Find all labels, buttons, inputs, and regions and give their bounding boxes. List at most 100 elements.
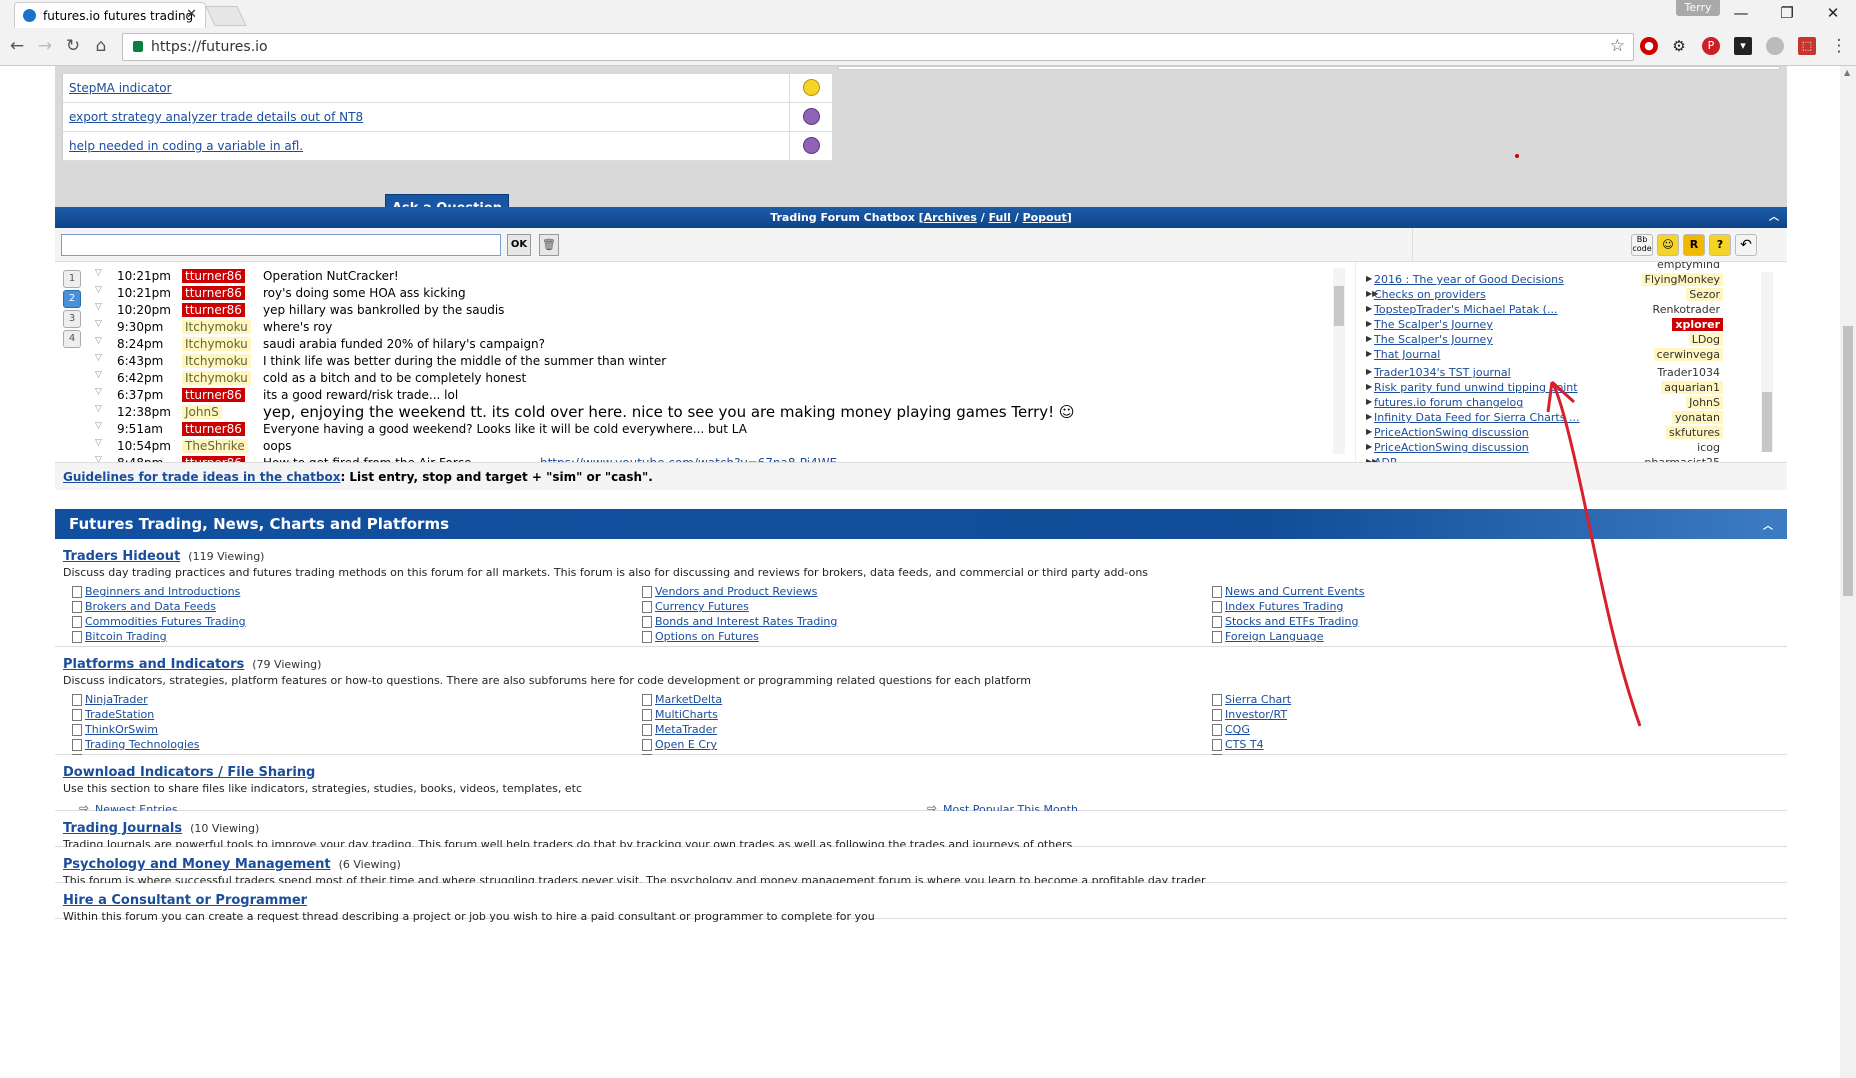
subforum-link[interactable]: MultiCharts <box>642 708 718 721</box>
thread-user[interactable]: yonatan <box>1672 411 1723 424</box>
thread-link[interactable]: Risk parity fund unwind tipping point <box>1374 381 1578 394</box>
vote-arrow-icon[interactable]: ▽ <box>95 285 102 295</box>
subforum-link[interactable]: Brokers and Data Feeds <box>72 600 216 613</box>
message-user[interactable]: tturner86 <box>182 286 245 300</box>
chat-message-input[interactable] <box>61 234 501 256</box>
collapse-chevron-icon[interactable]: ︿ <box>1769 207 1779 228</box>
thread-link[interactable]: PriceActionSwing discussion <box>1374 441 1529 454</box>
new-tab-button[interactable] <box>205 6 247 26</box>
extension-icon[interactable] <box>1766 37 1784 55</box>
browser-tab[interactable]: futures.io futures trading ✕ <box>14 2 206 28</box>
smiley-icon[interactable]: ☺ <box>1657 234 1679 256</box>
vote-arrow-icon[interactable]: ▽ <box>95 387 102 397</box>
thread-link[interactable]: Checks on providers <box>1374 288 1486 301</box>
chat-page-4[interactable]: 4 <box>63 330 81 348</box>
subforum-link[interactable]: News and Current Events <box>1211 585 1364 598</box>
scroll-up-icon[interactable]: ▲ <box>1844 68 1850 77</box>
pocket-icon[interactable]: ▾ <box>1734 37 1752 55</box>
window-close-icon[interactable]: ✕ <box>1810 2 1856 24</box>
close-tab-icon[interactable]: ✕ <box>186 7 197 22</box>
thread-user[interactable]: cerwinvega <box>1653 348 1723 361</box>
subforum-link[interactable]: CTS T4 <box>1212 738 1264 751</box>
thread-link[interactable]: 2016 : The year of Good Decisions <box>1374 273 1564 286</box>
thread-user[interactable]: Sezor <box>1686 288 1723 301</box>
thread-link[interactable]: The Scalper's Journey <box>1374 318 1493 331</box>
message-user[interactable]: tturner86 <box>182 269 245 283</box>
thread-user[interactable]: icog <box>1694 441 1723 454</box>
full-link[interactable]: Full <box>989 211 1011 224</box>
address-bar[interactable]: https://futures.io ☆ <box>122 33 1634 61</box>
question-link[interactable]: help needed in coding a variable in afl. <box>69 139 303 153</box>
thread-link[interactable]: futures.io forum changelog <box>1374 396 1523 409</box>
subforum-link[interactable]: Trading Technologies <box>72 738 200 751</box>
thread-user[interactable]: xplorer <box>1672 318 1723 331</box>
thread-user[interactable]: LDog <box>1688 333 1723 346</box>
bbcode-icon[interactable]: Bb code <box>1631 234 1653 256</box>
thread-user[interactable]: skfutures <box>1665 426 1723 439</box>
subforum-link[interactable]: Sierra Chart <box>1211 693 1291 706</box>
forward-icon[interactable]: → <box>34 36 56 56</box>
reload-icon[interactable]: ↻ <box>62 36 84 56</box>
thread-user[interactable]: FlyingMonkey <box>1641 273 1723 286</box>
vote-arrow-icon[interactable]: ▽ <box>95 421 102 431</box>
message-user[interactable]: tturner86 <box>182 388 245 402</box>
forum-title[interactable]: Platforms and Indicators <box>63 657 244 672</box>
chat-scroll-thumb[interactable] <box>1334 286 1344 326</box>
subforum-link[interactable]: CQG <box>1212 723 1250 736</box>
home-icon[interactable]: ⌂ <box>90 36 112 56</box>
subforum-link[interactable]: Foreign Language <box>1212 630 1324 643</box>
forum-title[interactable]: Download Indicators / File Sharing <box>63 765 315 780</box>
forum-title[interactable]: Hire a Consultant or Programmer <box>63 893 307 908</box>
section-collapse-icon[interactable]: ︿ <box>1763 517 1773 532</box>
chat-page-1[interactable]: 1 <box>63 270 81 288</box>
forum-title[interactable]: Psychology and Money Management <box>63 857 331 872</box>
message-user[interactable]: tturner86 <box>182 303 245 317</box>
vote-arrow-icon[interactable]: ▽ <box>95 370 102 380</box>
subforum-link[interactable]: Beginners and Introductions <box>71 585 240 598</box>
subforum-link[interactable]: MetaTrader <box>642 723 717 736</box>
subforum-link[interactable]: Currency Futures <box>642 600 749 613</box>
bookmark-star-icon[interactable]: ☆ <box>1610 36 1625 56</box>
message-user[interactable]: tturner86 <box>182 422 245 436</box>
subforum-link[interactable]: Vendors and Product Reviews <box>641 585 817 598</box>
subforum-link[interactable]: MarketDelta <box>641 693 722 706</box>
subforum-link[interactable]: TradeStation <box>71 708 154 721</box>
message-user[interactable]: Itchymoku <box>182 371 251 385</box>
back-icon[interactable]: ← <box>6 36 28 56</box>
thread-user[interactable]: Renkotrader <box>1650 303 1723 316</box>
thread-user[interactable]: Trader1034 <box>1654 366 1723 379</box>
chat-page-2[interactable]: 2 <box>63 290 81 308</box>
maximize-icon[interactable]: ❐ <box>1764 2 1810 24</box>
question-link[interactable]: export strategy analyzer trade details o… <box>69 110 363 124</box>
question-link[interactable]: StepMA indicator <box>69 81 172 95</box>
pdf-extension-icon[interactable]: ⬚ <box>1798 37 1816 55</box>
popout-link[interactable]: Popout <box>1023 211 1067 224</box>
vote-arrow-icon[interactable]: ▽ <box>95 268 102 278</box>
thread-link[interactable]: The Scalper's Journey <box>1374 333 1493 346</box>
subforum-link[interactable]: Open E Cry <box>641 738 717 751</box>
subforum-link[interactable]: NinjaTrader <box>72 693 148 706</box>
page-scrollbar[interactable]: ▲ <box>1840 66 1856 1078</box>
rules-icon[interactable]: R <box>1683 234 1705 256</box>
subforum-link[interactable]: Stocks and ETFs Trading <box>1211 615 1358 628</box>
thread-user[interactable]: JohnS <box>1686 396 1723 409</box>
subforum-link[interactable]: Commodities Futures Trading <box>72 615 246 628</box>
subforum-link[interactable]: Bonds and Interest Rates Trading <box>641 615 837 628</box>
chat-ok-button[interactable]: OK <box>507 234 531 256</box>
message-user[interactable]: Itchymoku <box>182 337 251 351</box>
vote-arrow-icon[interactable]: ▽ <box>95 404 102 414</box>
adblock-extension-icon[interactable]: ● <box>1640 37 1658 55</box>
subforum-link[interactable]: ThinkOrSwim <box>71 723 158 736</box>
thread-user[interactable]: aquarian1 <box>1661 381 1723 394</box>
profile-badge[interactable]: Terry <box>1676 0 1720 16</box>
subforum-link[interactable]: Options on Futures <box>642 630 759 643</box>
guidelines-link[interactable]: Guidelines for trade ideas in the chatbo… <box>63 470 340 484</box>
forum-title[interactable]: Traders Hideout <box>63 549 180 564</box>
subforum-link[interactable]: Investor/RT <box>1211 708 1287 721</box>
subforum-link[interactable]: Index Futures Trading <box>1211 600 1343 613</box>
archives-link[interactable]: Archives <box>924 211 977 224</box>
trash-icon[interactable]: 🗑 <box>539 234 559 256</box>
forum-title[interactable]: Trading Journals <box>63 821 182 836</box>
help-icon[interactable]: ? <box>1709 234 1731 256</box>
thread-link[interactable]: Infinity Data Feed for Sierra Charts ... <box>1374 411 1579 424</box>
